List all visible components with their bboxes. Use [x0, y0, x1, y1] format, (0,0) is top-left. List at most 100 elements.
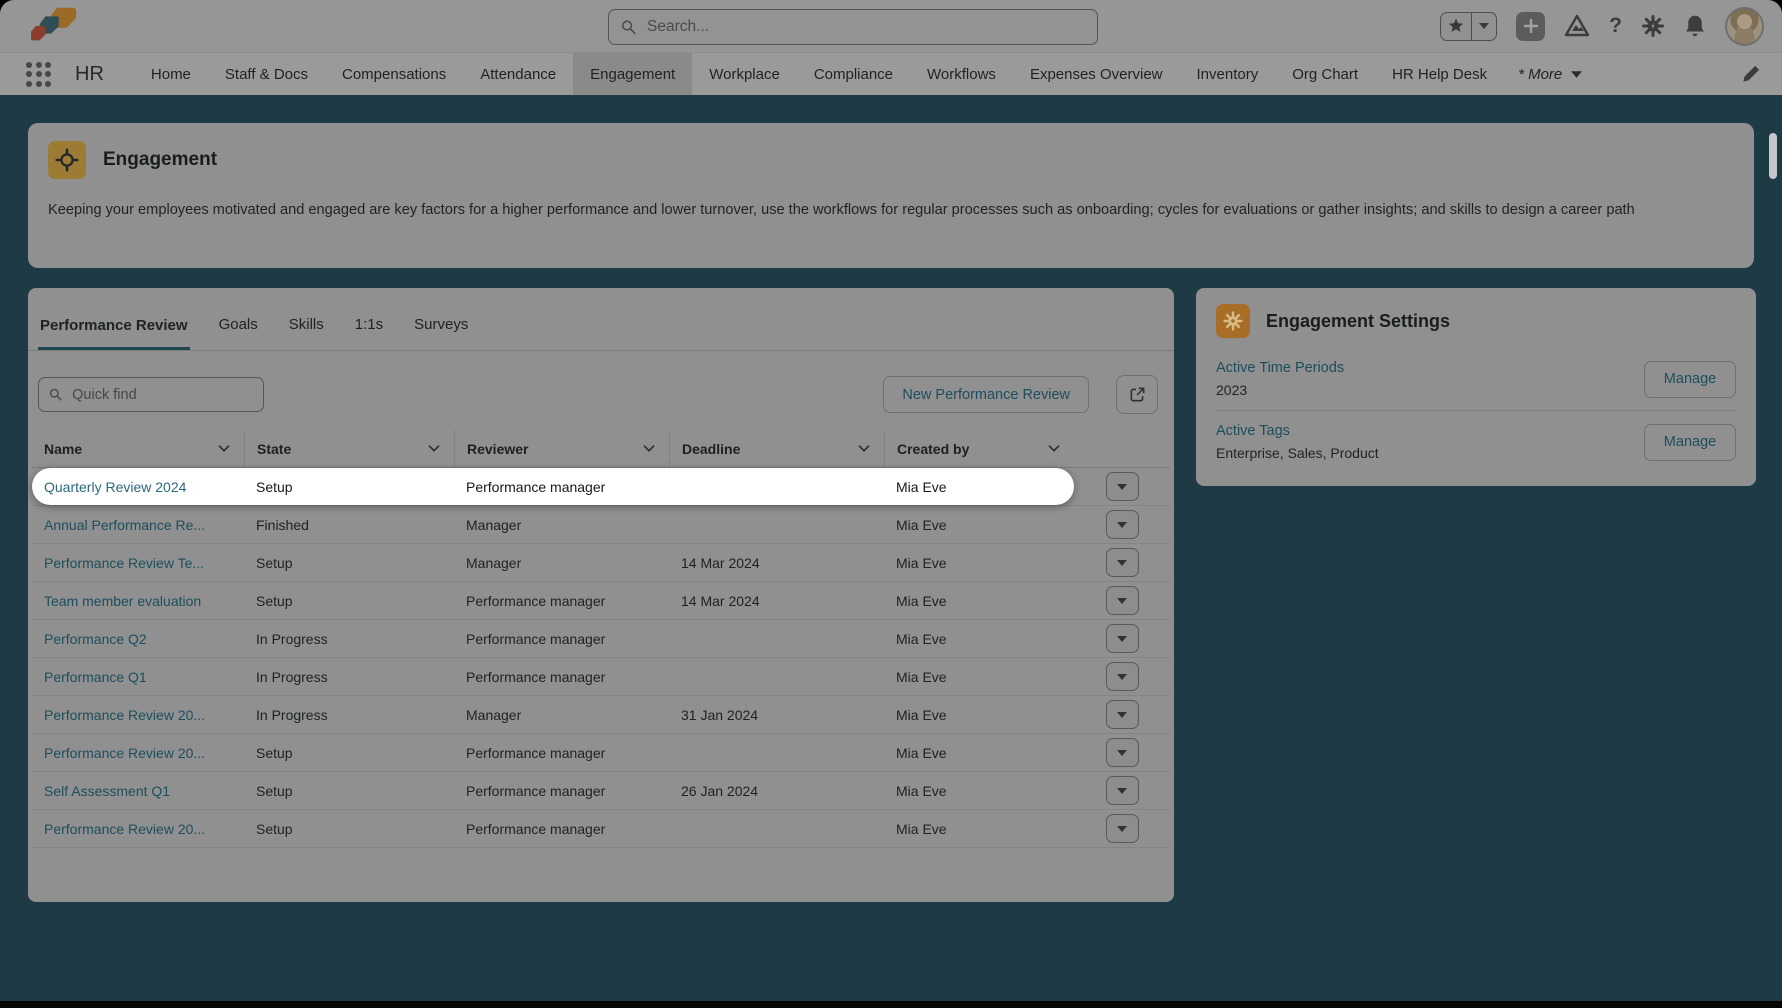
nav-item-expenses-overview[interactable]: Expenses Overview: [1013, 53, 1180, 95]
row-reviewer: Performance manager: [454, 669, 669, 685]
settings-section-text: Active TagsEnterprise, Sales, Product: [1216, 423, 1379, 461]
nav-item-compliance[interactable]: Compliance: [797, 53, 910, 95]
trailhead-button[interactable]: [1564, 14, 1590, 38]
table-row: Performance Review 20...SetupPerformance…: [32, 734, 1170, 772]
app-launcher-icon[interactable]: [26, 62, 51, 87]
row-created-by: Mia Eve: [884, 783, 1074, 799]
column-header-actions: [1074, 430, 1170, 467]
row-reviewer: Performance manager: [454, 479, 669, 495]
row-name-link[interactable]: Quarterly Review 2024: [32, 479, 244, 495]
quick-find-input[interactable]: [70, 386, 253, 404]
row-actions-dropdown-button[interactable]: [1106, 662, 1139, 691]
scrollbar-thumb[interactable]: [1769, 133, 1777, 179]
settings-section-active-time-periods: Active Time Periods2023Manage: [1216, 348, 1736, 410]
table-row-main: Performance Review 20...SetupPerformance…: [32, 734, 1074, 771]
row-actions-dropdown-button[interactable]: [1106, 624, 1139, 653]
manage-button[interactable]: Manage: [1644, 361, 1736, 398]
nav-item-compensations[interactable]: Compensations: [325, 53, 463, 95]
table-row-main: Performance Review Te...SetupManager14 M…: [32, 544, 1074, 581]
nav-item-inventory[interactable]: Inventory: [1180, 53, 1276, 95]
column-header-reviewer[interactable]: Reviewer: [454, 430, 669, 467]
row-name-link[interactable]: Self Assessment Q1: [32, 783, 244, 799]
toolbar-actions: New Performance Review: [883, 375, 1158, 414]
triangle-down-icon: [1117, 712, 1127, 718]
settings-section-link[interactable]: Active Time Periods: [1216, 360, 1344, 376]
search-icon: [49, 387, 62, 402]
table-row: Performance Q1In ProgressPerformance man…: [32, 658, 1170, 696]
triangle-down-icon: [1117, 636, 1127, 642]
company-logo-icon: [26, 3, 84, 49]
manage-button[interactable]: Manage: [1644, 424, 1736, 461]
row-name-link[interactable]: Performance Review Te...: [32, 555, 244, 571]
nav-item-workflows[interactable]: Workflows: [910, 53, 1013, 95]
trailhead-icon: [1564, 14, 1590, 38]
nav-item-workplace[interactable]: Workplace: [692, 53, 797, 95]
search-input[interactable]: [645, 17, 1085, 37]
open-in-new-button[interactable]: [1116, 375, 1158, 414]
row-name-link[interactable]: Performance Review 20...: [32, 821, 244, 837]
table-row-main: Team member evaluationSetupPerformance m…: [32, 582, 1074, 619]
row-action-cell: [1074, 700, 1170, 729]
tab-surveys[interactable]: Surveys: [412, 316, 470, 350]
screen-bottom-edge: [0, 1001, 1782, 1008]
settings-section-link[interactable]: Active Tags: [1216, 423, 1379, 439]
column-header-deadline[interactable]: Deadline: [669, 430, 884, 467]
row-state: Setup: [244, 745, 454, 761]
user-avatar[interactable]: [1725, 7, 1764, 46]
table-row-main: Performance Q2In ProgressPerformance man…: [32, 620, 1074, 657]
nav-item-org-chart[interactable]: Org Chart: [1275, 53, 1375, 95]
row-actions-dropdown-button[interactable]: [1106, 548, 1139, 577]
favorites-dropdown-button[interactable]: [1472, 13, 1496, 40]
global-search: [608, 9, 1098, 45]
nav-item-engagement[interactable]: Engagement: [573, 53, 692, 95]
row-name-link[interactable]: Performance Q1: [32, 669, 244, 685]
row-actions-dropdown-button[interactable]: [1106, 738, 1139, 767]
column-header-created-by[interactable]: Created by: [884, 430, 1074, 467]
setup-button[interactable]: [1641, 14, 1665, 38]
triangle-down-icon: [1117, 598, 1127, 604]
column-header-name[interactable]: Name: [32, 430, 244, 467]
row-reviewer: Performance manager: [454, 783, 669, 799]
row-actions-dropdown-button[interactable]: [1106, 700, 1139, 729]
app-screen: ?: [0, 0, 1782, 1008]
row-reviewer: Manager: [454, 707, 669, 723]
nav-item-hr-help-desk[interactable]: HR Help Desk: [1375, 53, 1504, 95]
nav-items: HomeStaff & DocsCompensationsAttendanceE…: [134, 53, 1504, 95]
row-name-link[interactable]: Performance Review 20...: [32, 745, 244, 761]
tab-1-1s[interactable]: 1:1s: [353, 316, 385, 350]
tab-skills[interactable]: Skills: [287, 316, 326, 350]
row-action-cell: [1074, 738, 1170, 767]
nav-item-staff-docs[interactable]: Staff & Docs: [208, 53, 325, 95]
row-name-link[interactable]: Team member evaluation: [32, 593, 244, 609]
help-button[interactable]: ?: [1609, 14, 1622, 38]
chevron-down-icon: [858, 445, 870, 453]
column-label: State: [257, 441, 291, 457]
settings-card-title: Engagement Settings: [1266, 311, 1450, 332]
row-action-cell: [1074, 814, 1170, 843]
row-action-cell: [1074, 548, 1170, 577]
nav-item-home[interactable]: Home: [134, 53, 208, 95]
tab-performance-review[interactable]: Performance Review: [38, 317, 190, 351]
row-actions-dropdown-button[interactable]: [1106, 814, 1139, 843]
tab-goals[interactable]: Goals: [217, 316, 260, 350]
row-actions-dropdown-button[interactable]: [1106, 472, 1139, 501]
row-name-link[interactable]: Performance Q2: [32, 631, 244, 647]
row-actions-dropdown-button[interactable]: [1106, 776, 1139, 805]
nav-item-attendance[interactable]: Attendance: [463, 53, 573, 95]
nav-item-more[interactable]: * More: [1504, 53, 1596, 95]
row-actions-dropdown-button[interactable]: [1106, 510, 1139, 539]
page-title: Engagement: [103, 149, 217, 171]
row-name-link[interactable]: Annual Performance Re...: [32, 517, 244, 533]
notifications-button[interactable]: [1684, 14, 1706, 38]
triangle-down-icon: [1117, 484, 1127, 490]
row-state: Setup: [244, 821, 454, 837]
column-header-state[interactable]: State: [244, 430, 454, 467]
row-actions-dropdown-button[interactable]: [1106, 586, 1139, 615]
quick-create-button[interactable]: [1516, 12, 1545, 41]
column-label: Deadline: [682, 441, 740, 457]
row-name-link[interactable]: Performance Review 20...: [32, 707, 244, 723]
new-performance-review-button[interactable]: New Performance Review: [883, 376, 1089, 413]
favorites-star-button[interactable]: [1441, 13, 1472, 40]
row-created-by: Mia Eve: [884, 669, 1074, 685]
edit-navbar-button[interactable]: [1742, 65, 1760, 83]
